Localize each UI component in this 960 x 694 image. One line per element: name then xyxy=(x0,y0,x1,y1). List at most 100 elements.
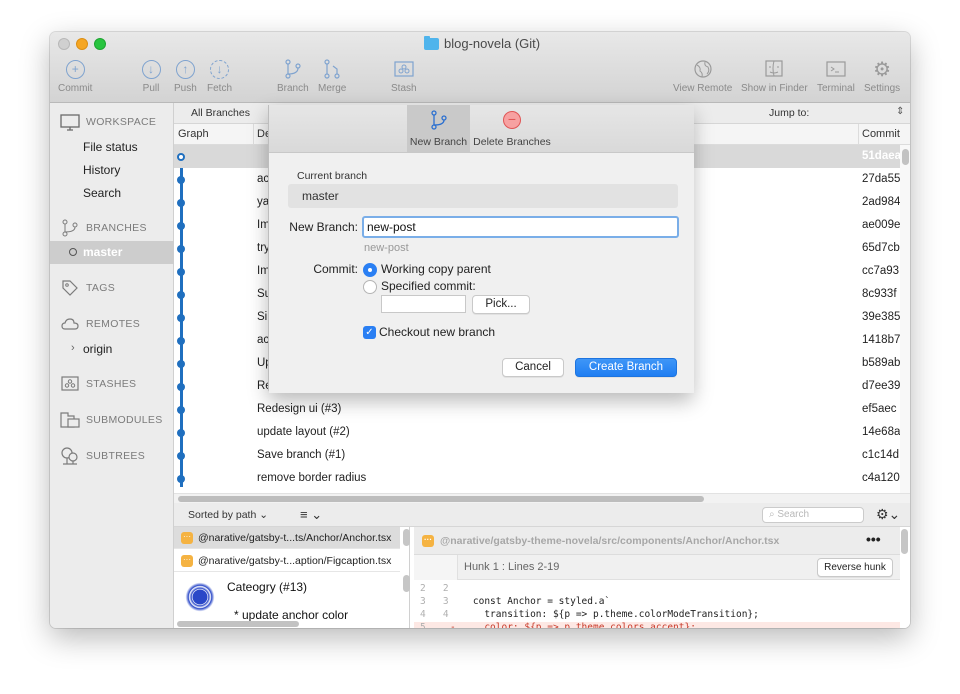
chevron-right-icon[interactable]: › xyxy=(71,342,75,354)
commit-node-icon xyxy=(177,314,185,322)
commit-button[interactable]: + Commit xyxy=(58,58,92,94)
tab-new-branch[interactable]: New Branch xyxy=(407,105,470,152)
table-row[interactable]: Redesign ui (#3) ef5aec xyxy=(174,398,900,421)
sidebar-item-search[interactable]: Search xyxy=(83,186,121,200)
merge-icon xyxy=(321,58,343,80)
sidebar-item-origin[interactable]: origin xyxy=(83,342,112,356)
scroll-thumb[interactable] xyxy=(178,496,704,502)
checkout-label[interactable]: Checkout new branch xyxy=(379,325,495,339)
code-text: - color: ${p => p.theme.colors.accent}; xyxy=(450,622,696,628)
specified-commit-input[interactable] xyxy=(381,295,466,313)
checkout-checkbox[interactable]: ✓ xyxy=(363,326,376,339)
sort-dropdown[interactable]: Sorted by path ⌄ xyxy=(188,509,268,521)
show-in-finder-button[interactable]: Show in Finder xyxy=(741,58,808,94)
pull-button[interactable]: ↓ Pull xyxy=(140,58,162,94)
file-item[interactable]: ··· @narative/gatsby-t...ts/Anchor/Ancho… xyxy=(174,527,400,549)
column-commit[interactable]: Commit xyxy=(862,128,900,140)
view-remote-button[interactable]: View Remote xyxy=(673,58,732,94)
terminal-button[interactable]: Terminal xyxy=(817,58,855,94)
sidebar-workspace-header[interactable]: WORKSPACE xyxy=(60,113,156,131)
scroll-thumb[interactable] xyxy=(901,529,908,554)
stash-button[interactable]: Stash xyxy=(391,58,417,94)
sidebar-item-history[interactable]: History xyxy=(83,163,120,177)
minimize-window-button[interactable] xyxy=(76,38,88,50)
horizontal-scrollbar[interactable] xyxy=(174,493,910,503)
pick-button[interactable]: Pick... xyxy=(472,295,530,314)
vertical-scrollbar[interactable] xyxy=(900,145,910,493)
commit-node-icon xyxy=(177,337,185,345)
column-divider xyxy=(253,124,254,145)
sidebar-stashes-header[interactable]: STASHES xyxy=(60,375,136,393)
window-title: blog-novela (Git) xyxy=(424,35,540,51)
sidebar-subtrees-header[interactable]: SUBTREES xyxy=(60,447,145,465)
specified-commit-radio[interactable] xyxy=(363,280,377,294)
commit-label: Commit: xyxy=(313,262,358,276)
sidebar-item-file-status[interactable]: File status xyxy=(83,140,138,154)
commit-hash: cc7a93 xyxy=(862,265,900,277)
fetch-button[interactable]: ↓ Fetch xyxy=(207,58,232,94)
current-branch-label: Current branch xyxy=(297,170,368,182)
commit-node-icon xyxy=(177,406,185,414)
code-text: const Anchor = styled.a` xyxy=(450,596,611,607)
submodule-icon xyxy=(60,411,80,429)
branch-filter-dropdown[interactable]: All Branches xyxy=(191,107,250,119)
commit-hash: ef5aec xyxy=(862,403,897,415)
table-row[interactable]: remove border radius c4a120 xyxy=(174,467,900,490)
sidebar-remotes-header[interactable]: REMOTES xyxy=(60,315,140,333)
commit-hash: 14e68a xyxy=(862,426,900,438)
diff-file-path: @narative/gatsby-theme-novela/src/compon… xyxy=(440,535,780,547)
commit-hash: 2ad984 xyxy=(862,196,900,208)
gear-menu-icon[interactable]: ⚙⌄ xyxy=(876,506,900,523)
table-row[interactable]: update layout (#2) 14e68a xyxy=(174,421,900,444)
reverse-hunk-button[interactable]: Reverse hunk xyxy=(817,558,893,577)
column-graph[interactable]: Graph xyxy=(178,128,209,140)
settings-button[interactable]: ⚙ Settings xyxy=(864,58,900,95)
tab-delete-branches[interactable]: − Delete Branches xyxy=(470,105,554,152)
branch-icon xyxy=(282,58,304,80)
commit-hash: 39e385 xyxy=(862,311,900,323)
more-options-icon[interactable]: ••• xyxy=(866,531,881,547)
modified-icon: ··· xyxy=(181,555,193,567)
scroll-thumb[interactable] xyxy=(902,149,909,165)
commit-hash: ae009e xyxy=(862,219,900,231)
create-branch-button[interactable]: Create Branch xyxy=(575,358,677,377)
current-branch-field: master xyxy=(288,184,678,208)
tag-icon xyxy=(60,279,80,297)
commit-node-icon xyxy=(177,429,185,437)
sidebar-tags-header[interactable]: TAGS xyxy=(60,279,115,297)
scroll-thumb[interactable] xyxy=(403,529,410,546)
push-button[interactable]: ↑ Push xyxy=(174,58,197,94)
maximize-window-button[interactable] xyxy=(94,38,106,50)
diff-file-header: ··· @narative/gatsby-theme-novela/src/co… xyxy=(414,527,900,555)
cancel-button[interactable]: Cancel xyxy=(502,358,564,377)
commit-node-icon xyxy=(177,475,185,483)
title-bar: blog-novela (Git) + Commit ↓ Pull ↑ Push… xyxy=(50,32,910,103)
arrow-down-icon: ↓ xyxy=(141,59,161,79)
file-toolbar: Sorted by path ⌄ ≡ ⌄ ⌕ Search ⚙⌄ xyxy=(174,503,910,527)
commit-message: * update anchor color xyxy=(234,608,349,622)
commit-description: remove border radius xyxy=(257,472,367,484)
working-copy-radio[interactable] xyxy=(363,263,377,277)
dialog-tabs: New Branch − Delete Branches xyxy=(269,105,694,153)
jump-to-label: Jump to: xyxy=(769,107,810,119)
new-branch-input[interactable] xyxy=(362,216,679,238)
sidebar-submodules-header[interactable]: SUBMODULES xyxy=(60,411,163,429)
jump-to-stepper-icon[interactable]: ⇕ xyxy=(896,106,904,117)
merge-button[interactable]: Merge xyxy=(318,58,346,94)
search-input[interactable]: ⌕ Search xyxy=(762,507,864,523)
sidebar-branches-header[interactable]: BRANCHES xyxy=(60,219,147,237)
close-window-button[interactable] xyxy=(58,38,70,50)
specified-commit-label[interactable]: Specified commit: xyxy=(381,279,476,293)
scroll-thumb[interactable] xyxy=(403,575,410,592)
new-branch-label: New Branch: xyxy=(289,220,358,234)
scroll-thumb[interactable] xyxy=(177,621,299,627)
sidebar-item-master[interactable]: master xyxy=(50,241,174,264)
working-copy-label[interactable]: Working copy parent xyxy=(381,262,491,276)
list-view-icon[interactable]: ≡ ⌄ xyxy=(300,507,322,523)
file-item[interactable]: ··· @narative/gatsby-t...aption/Figcapti… xyxy=(174,550,400,572)
branch-button[interactable]: Branch xyxy=(277,58,309,94)
table-row[interactable]: Save branch (#1) c1c14d xyxy=(174,444,900,467)
finder-icon xyxy=(763,58,785,80)
line-numbers: 5 xyxy=(420,622,443,628)
code-line: 5 - color: ${p => p.theme.colors.accent}… xyxy=(414,622,900,628)
